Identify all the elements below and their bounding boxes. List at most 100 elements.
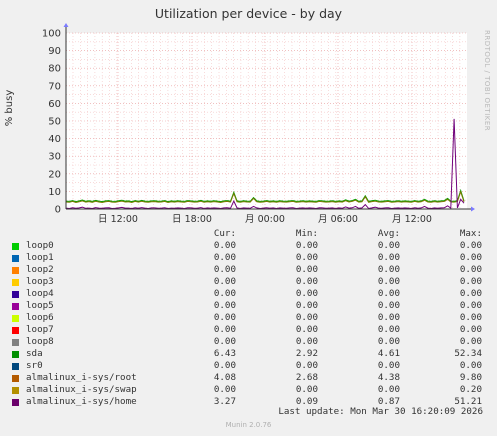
- legend-min-value: 0.00: [295, 252, 318, 263]
- legend-device-name: loop1: [26, 252, 54, 263]
- legend-avg-value: 0.00: [377, 384, 400, 395]
- legend-max-value: 0.00: [459, 312, 482, 323]
- legend-table: Cur: Min: Avg: Max: loop0 0.00 0.00 0.00 0.0…: [12, 228, 492, 408]
- legend-min-value: 2.68: [295, 372, 318, 383]
- y-tick-label: 60: [48, 99, 61, 110]
- legend-min-value: 0.00: [295, 264, 318, 275]
- x-tick-label: 月 00:00: [245, 214, 285, 225]
- legend-row: loop8 0.00 0.00 0.00 0.00: [12, 336, 492, 348]
- legend-row: loop0 0.00 0.00 0.00 0.00: [12, 240, 492, 252]
- y-tick-label: 90: [48, 46, 61, 57]
- legend-min-value: 0.00: [295, 360, 318, 371]
- legend-row: loop6 0.00 0.00 0.00 0.00: [12, 312, 492, 324]
- legend-row: loop5 0.00 0.00 0.00 0.00: [12, 300, 492, 312]
- chart-plot: 0 10 20 30 40 50 60 70 80 90 100 日 12:00 日 18:00 月 00…: [42, 23, 475, 225]
- munin-version: Munin 2.0.76: [225, 421, 272, 429]
- legend-row: almalinux_i-sys/root 4.08 2.68 4.38 9.80: [12, 372, 492, 384]
- legend-device-name: loop2: [26, 264, 54, 275]
- legend-avg-value: 0.00: [377, 288, 400, 299]
- legend-header-avg: Avg:: [377, 228, 400, 239]
- legend-swatch: [12, 267, 19, 274]
- legend-device-name: loop8: [26, 336, 54, 347]
- legend-min-value: 0.00: [295, 300, 318, 311]
- legend-max-value: 0.00: [459, 300, 482, 311]
- legend-min-value: 0.00: [295, 276, 318, 287]
- legend-swatch: [12, 351, 19, 358]
- legend-min-value: 0.00: [295, 240, 318, 251]
- y-axis-arrow-icon: [63, 23, 69, 27]
- legend-swatch: [12, 243, 19, 250]
- legend-max-value: 0.00: [459, 276, 482, 287]
- y-tick-label: 30: [48, 152, 61, 163]
- legend-max-value: 0.00: [459, 240, 482, 251]
- legend-device-name: almalinux_i-sys/root: [26, 372, 137, 383]
- legend-row: loop1 0.00 0.00 0.00 0.00: [12, 252, 492, 264]
- y-tick-label: 40: [48, 134, 61, 145]
- legend-device-name: sda: [26, 348, 43, 359]
- legend-max-value: 52.34: [454, 348, 482, 359]
- x-axis-arrow-icon: [471, 206, 475, 212]
- legend-min-value: 0.00: [295, 324, 318, 335]
- legend-max-value: 0.00: [459, 360, 482, 371]
- legend-cur-value: 0.00: [213, 288, 236, 299]
- legend-cur-value: 0.00: [213, 324, 236, 335]
- last-update: Last update: Mon Mar 30 16:20:09 2026: [278, 406, 483, 417]
- x-tick-label: 日 18:00: [172, 214, 212, 225]
- legend-cur-value: 6.43: [213, 348, 236, 359]
- legend-min-value: 0.00: [295, 288, 318, 299]
- legend-avg-value: 4.38: [377, 372, 400, 383]
- legend-avg-value: 0.00: [377, 300, 400, 311]
- legend-device-name: almalinux_i-sys/home: [26, 396, 137, 407]
- legend-avg-value: 0.00: [377, 276, 400, 287]
- y-tick-label: 80: [48, 64, 61, 75]
- y-tick-label: 70: [48, 81, 61, 92]
- y-tick-label: 50: [48, 117, 61, 128]
- legend-swatch: [12, 255, 19, 262]
- legend-avg-value: 0.00: [377, 240, 400, 251]
- y-tick-label: 20: [48, 169, 61, 180]
- legend-cur-value: 0.00: [213, 384, 236, 395]
- legend-min-value: 0.00: [295, 312, 318, 323]
- legend-device-name: loop6: [26, 312, 54, 323]
- legend-device-name: loop3: [26, 276, 54, 287]
- legend-row: sr0 0.00 0.00 0.00 0.00: [12, 360, 492, 372]
- legend-max-value: 0.20: [459, 384, 482, 395]
- legend-cur-value: 0.00: [213, 312, 236, 323]
- legend-header: Cur: Min: Avg: Max:: [12, 228, 492, 240]
- legend-row: sda 6.43 2.92 4.61 52.34: [12, 348, 492, 360]
- y-tick-label: 10: [48, 187, 61, 198]
- legend-header-min: Min:: [295, 228, 318, 239]
- legend-avg-value: 0.00: [377, 336, 400, 347]
- legend-min-value: 2.92: [295, 348, 318, 359]
- legend-max-value: 0.00: [459, 288, 482, 299]
- legend-cur-value: 3.27: [213, 396, 236, 407]
- legend-swatch: [12, 339, 19, 346]
- legend-cur-value: 4.08: [213, 372, 236, 383]
- legend-device-name: sr0: [26, 360, 43, 371]
- legend-swatch: [12, 363, 19, 370]
- legend-cur-value: 0.00: [213, 240, 236, 251]
- legend-max-value: 0.00: [459, 324, 482, 335]
- legend-max-value: 0.00: [459, 252, 482, 263]
- legend-avg-value: 0.00: [377, 252, 400, 263]
- legend-max-value: 9.80: [459, 372, 482, 383]
- legend-avg-value: 0.00: [377, 312, 400, 323]
- legend-device-name: loop7: [26, 324, 54, 335]
- legend-cur-value: 0.00: [213, 264, 236, 275]
- legend-swatch: [12, 327, 19, 334]
- legend-cur-value: 0.00: [213, 252, 236, 263]
- y-tick-label: 100: [42, 29, 61, 40]
- legend-min-value: 0.00: [295, 384, 318, 395]
- legend-swatch: [12, 375, 19, 382]
- legend-header-cur: Cur:: [213, 228, 236, 239]
- legend-cur-value: 0.00: [213, 336, 236, 347]
- legend-row: loop3 0.00 0.00 0.00 0.00: [12, 276, 492, 288]
- legend-max-value: 0.00: [459, 336, 482, 347]
- legend-swatch: [12, 279, 19, 286]
- legend-cur-value: 0.00: [213, 300, 236, 311]
- legend-avg-value: 0.00: [377, 324, 400, 335]
- x-tick-label: 月 12:00: [392, 214, 432, 225]
- legend-avg-value: 0.00: [377, 264, 400, 275]
- legend-cur-value: 0.00: [213, 276, 236, 287]
- legend-cur-value: 0.00: [213, 360, 236, 371]
